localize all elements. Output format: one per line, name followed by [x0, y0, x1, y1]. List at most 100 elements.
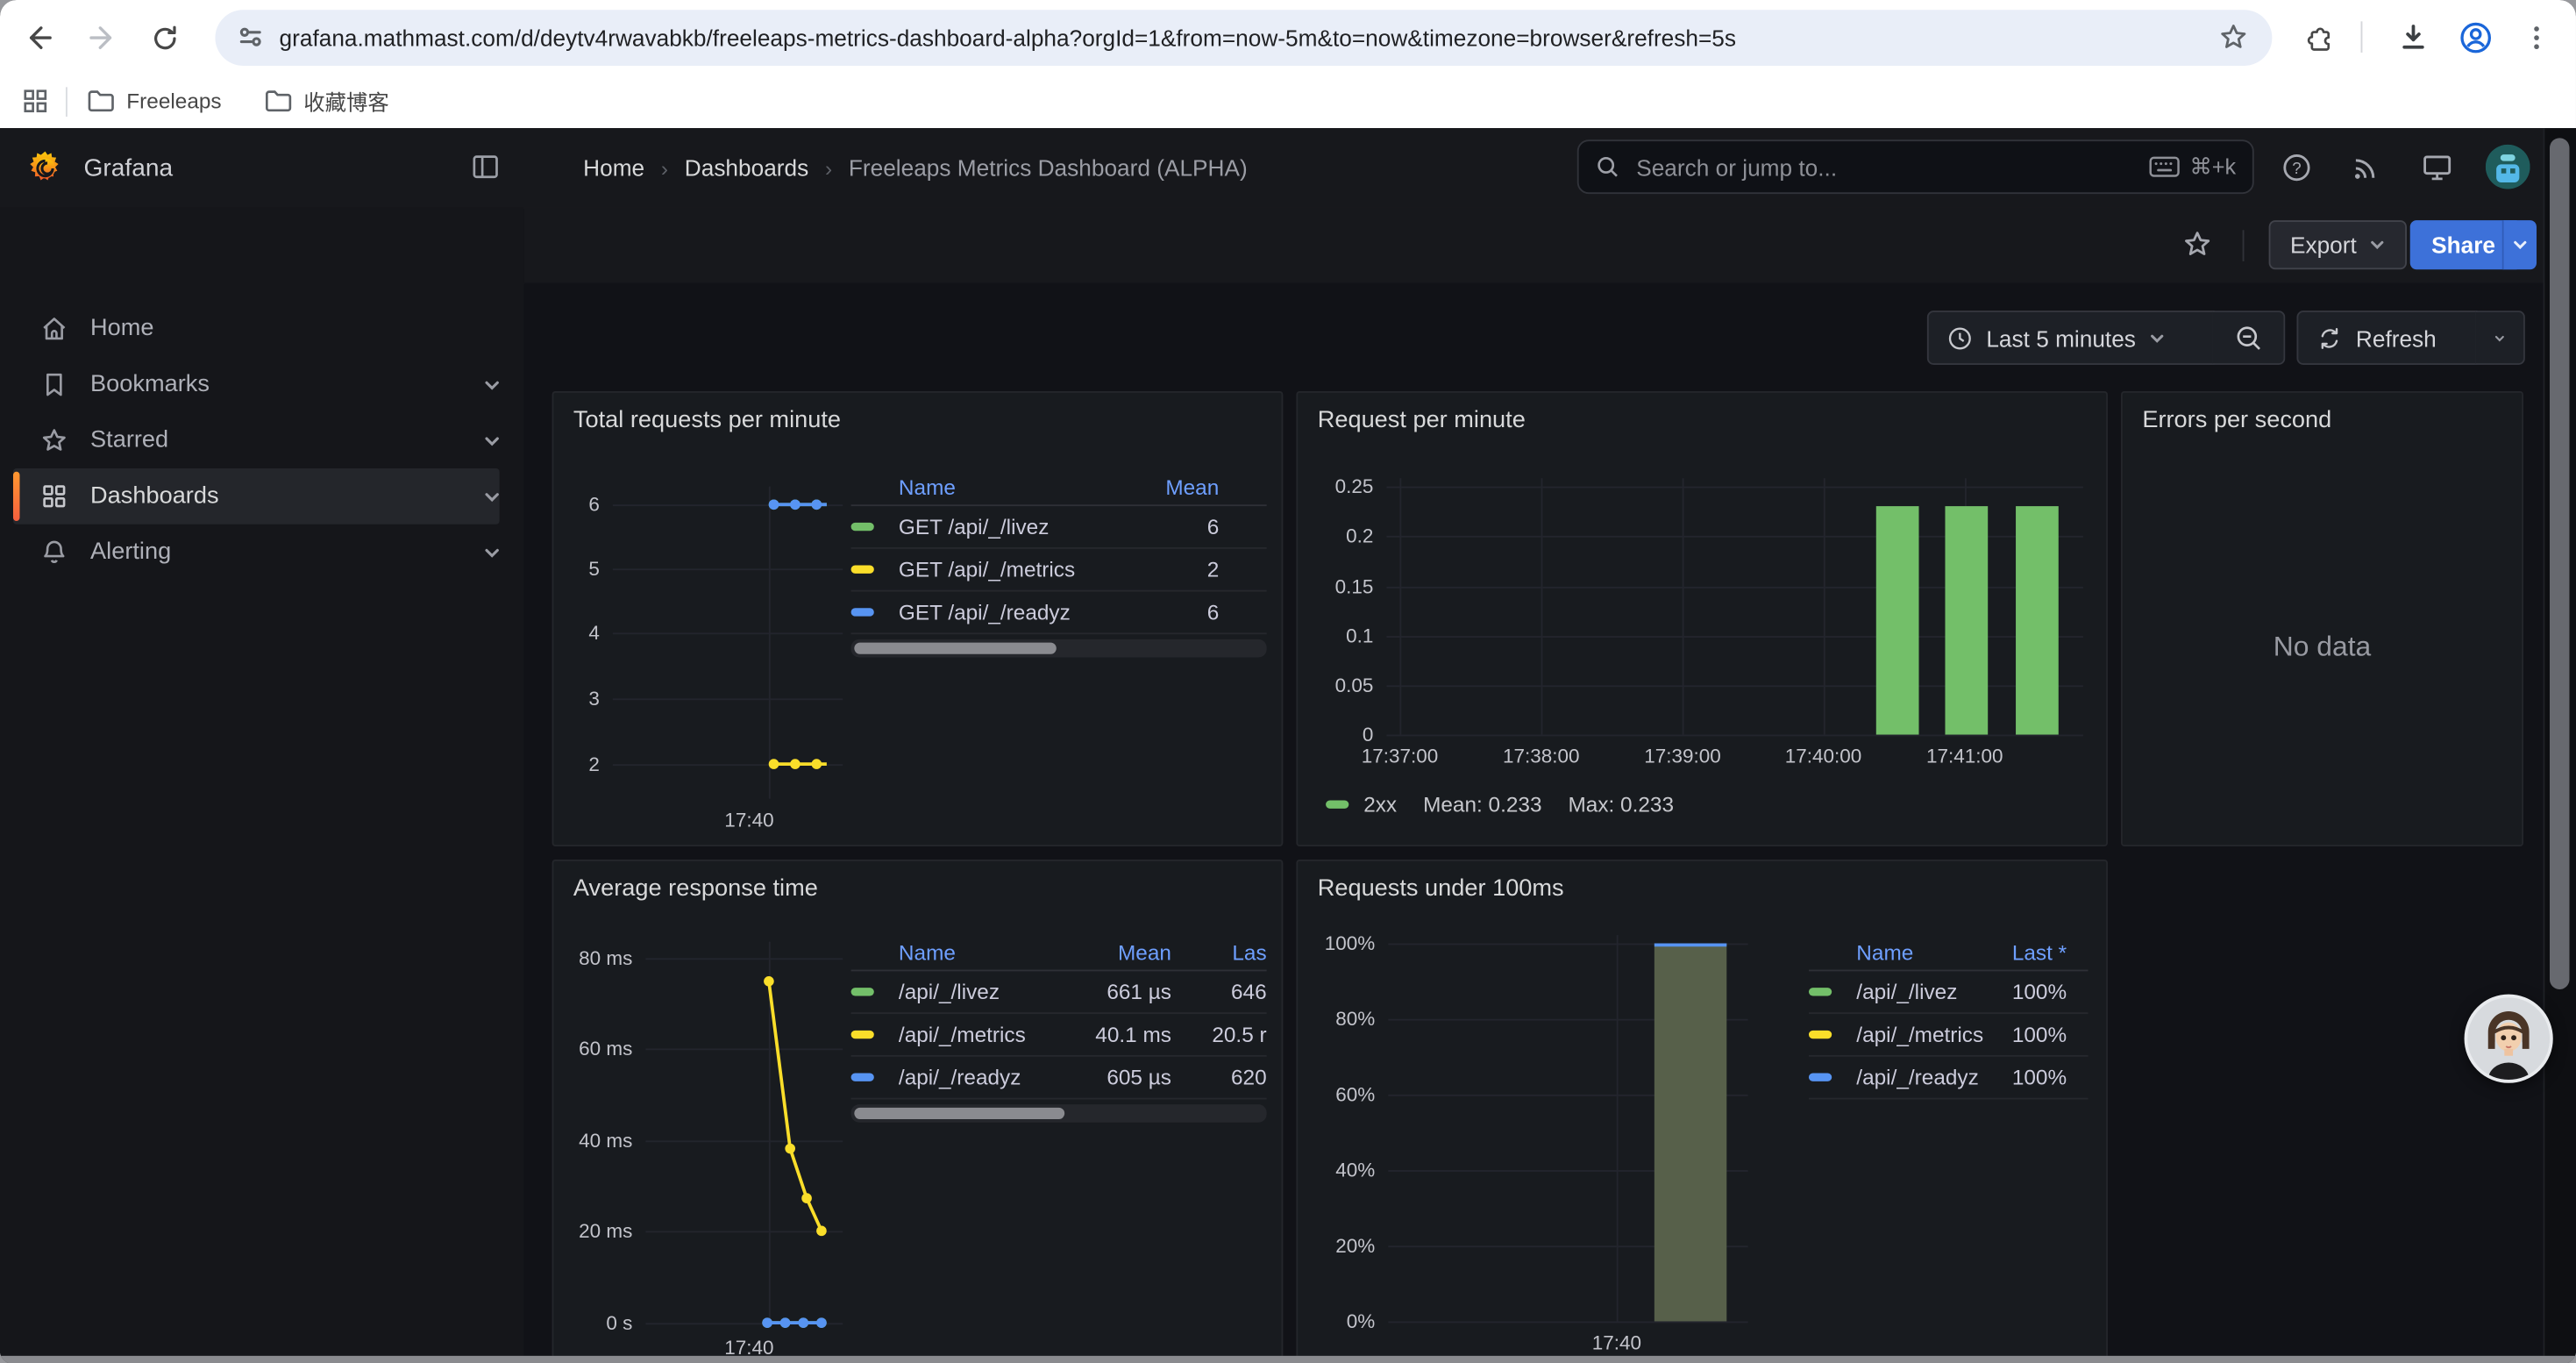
- screen: grafana.mathmast.com/d/deytv4rwavabkb/fr…: [0, 0, 2576, 1363]
- sidebar-item-starred[interactable]: Starred: [0, 412, 524, 468]
- series-swatch: [851, 1074, 874, 1081]
- browser-window: grafana.mathmast.com/d/deytv4rwavabkb/fr…: [0, 0, 2576, 1363]
- breadcrumb: Home › Dashboards › Freeleaps Metrics Da…: [583, 128, 1248, 207]
- series-swatch: [851, 988, 874, 995]
- site-settings-icon[interactable]: [237, 23, 265, 51]
- search-box[interactable]: ⌘+k: [1577, 139, 2254, 194]
- zoom-out-icon: [2233, 323, 2263, 353]
- legend-scrollbar[interactable]: [851, 639, 1267, 658]
- sidebar-item-label: Bookmarks: [90, 371, 483, 397]
- panel-errors-per-second[interactable]: Errors per second No data: [2121, 391, 2523, 846]
- share-menu-button[interactable]: [2501, 220, 2536, 269]
- legend-table: Name Last * /api/_/livez 100% /api/_/met…: [1809, 933, 2089, 1099]
- bookmark-folder-blog[interactable]: 收藏博客: [264, 85, 388, 117]
- bookmarks-divider: [66, 86, 68, 116]
- dashboards-grid-icon: [39, 482, 69, 511]
- scrollbar-thumb[interactable]: [2550, 138, 2569, 989]
- downloads-icon[interactable]: [2394, 18, 2433, 58]
- breadcrumb-dashboards[interactable]: Dashboards: [685, 154, 808, 181]
- panel-title[interactable]: Requests under 100ms: [1318, 876, 1564, 903]
- dock-menu-button[interactable]: [470, 151, 502, 182]
- panel-title[interactable]: Errors per second: [2142, 408, 2331, 434]
- reload-button[interactable]: [145, 18, 184, 58]
- bookmark-star-icon[interactable]: [2218, 21, 2250, 53]
- search-input[interactable]: [1633, 152, 2148, 182]
- chevron-down-icon: [2370, 237, 2387, 253]
- share-button[interactable]: Share: [2410, 220, 2517, 269]
- sidebar-item-home[interactable]: Home: [0, 301, 524, 357]
- table-row[interactable]: /api/_/metrics 40.1 ms 20.5 r: [851, 1014, 1267, 1057]
- sidebar-item-dashboards[interactable]: Dashboards: [0, 468, 524, 525]
- time-range-picker[interactable]: Last 5 minutes: [1927, 310, 2215, 365]
- url-text[interactable]: grafana.mathmast.com/d/deytv4rwavabkb/fr…: [280, 24, 2195, 50]
- panel-title[interactable]: Request per minute: [1318, 408, 1526, 434]
- dashboard-canvas: Last 5 minutes Refresh Total requests pe…: [524, 282, 2544, 1355]
- table-row[interactable]: /api/_/livez 100%: [1809, 971, 2089, 1014]
- sidebar: Home Bookmarks Starred Dashboards: [0, 207, 524, 1355]
- legend-table-header: Name Last *: [1809, 933, 2089, 971]
- refresh-interval-button[interactable]: [2476, 310, 2525, 365]
- legend-table: Name Mean Las /api/_/livez 661 µs 646 /a…: [851, 933, 1267, 1122]
- column-last[interactable]: Las: [1171, 939, 1267, 964]
- grafana-brand[interactable]: Grafana: [26, 128, 173, 207]
- grafana-app: Grafana Home › Dashboards › Freeleaps Me…: [0, 128, 2576, 1355]
- zoom-out-button[interactable]: [2213, 310, 2285, 365]
- chevron-down-icon: [483, 432, 502, 450]
- floating-avatar[interactable]: [2465, 995, 2553, 1083]
- user-avatar[interactable]: [2486, 145, 2530, 189]
- series-swatch: [1809, 1031, 1832, 1038]
- horizontal-scrollbar[interactable]: [0, 1355, 2576, 1363]
- panel-requests-under-100ms[interactable]: Requests under 100ms 100%80%60%40%20%0%1…: [1296, 860, 2108, 1355]
- column-name[interactable]: Name: [1856, 939, 1994, 964]
- refresh-button[interactable]: Refresh: [2296, 310, 2477, 365]
- table-row[interactable]: /api/_/livez 661 µs 646: [851, 971, 1267, 1014]
- column-last[interactable]: Last *: [1995, 939, 2089, 964]
- table-row[interactable]: /api/_/readyz 605 µs 620: [851, 1057, 1267, 1100]
- table-row[interactable]: GET /api/_/metrics 2: [851, 549, 1267, 592]
- breadcrumb-separator: ›: [661, 155, 668, 180]
- legend-series[interactable]: 2xx: [1326, 792, 1397, 817]
- export-button[interactable]: Export: [2269, 220, 2408, 269]
- browser-menu-icon[interactable]: [2517, 18, 2557, 58]
- dashboard-actions-bar: Export Share: [524, 207, 2544, 284]
- column-name[interactable]: Name: [899, 475, 1145, 499]
- star-icon: [39, 425, 69, 455]
- apps-grid-icon[interactable]: [21, 87, 49, 115]
- address-bar[interactable]: grafana.mathmast.com/d/deytv4rwavabkb/fr…: [215, 9, 2272, 65]
- series-swatch: [1326, 801, 1348, 808]
- panel-request-per-minute[interactable]: Request per minute 0.250.20.150.10.05017…: [1296, 391, 2108, 846]
- sidebar-item-bookmarks[interactable]: Bookmarks: [0, 357, 524, 413]
- panel-avg-response-time[interactable]: Average response time 80 ms60 ms40 ms20 …: [552, 860, 1284, 1355]
- table-row[interactable]: /api/_/readyz 100%: [1809, 1057, 2089, 1100]
- grafana-header: Grafana Home › Dashboards › Freeleaps Me…: [0, 128, 2544, 209]
- help-icon[interactable]: ?: [2281, 151, 2313, 183]
- monitor-icon[interactable]: [2420, 151, 2454, 183]
- column-mean[interactable]: Mean: [1066, 939, 1171, 964]
- extensions-icon[interactable]: [2300, 18, 2339, 58]
- panel-title[interactable]: Average response time: [573, 876, 818, 903]
- page-scrollbar[interactable]: [2544, 128, 2576, 1355]
- chevron-down-icon: [2511, 237, 2528, 253]
- back-button[interactable]: [19, 18, 59, 58]
- forward-button[interactable]: [82, 18, 122, 58]
- profile-icon[interactable]: [2456, 18, 2495, 58]
- legend-scrollbar[interactable]: [851, 1104, 1267, 1123]
- breadcrumb-home[interactable]: Home: [583, 154, 644, 181]
- brand-name: Grafana: [84, 153, 174, 182]
- table-row[interactable]: GET /api/_/livez 6: [851, 506, 1267, 549]
- browser-chrome: grafana.mathmast.com/d/deytv4rwavabkb/fr…: [0, 0, 2576, 128]
- legend-max: Max: 0.233: [1568, 792, 1674, 817]
- column-name[interactable]: Name: [899, 939, 1066, 964]
- panel-total-requests[interactable]: Total requests per minute 6543217:40 Nam…: [552, 391, 1284, 846]
- table-row[interactable]: /api/_/metrics 100%: [1809, 1014, 2089, 1057]
- chevron-down-icon: [483, 543, 502, 561]
- favorite-star-icon[interactable]: [2181, 228, 2213, 260]
- sidebar-item-alerting[interactable]: Alerting: [0, 525, 524, 581]
- home-icon: [39, 314, 69, 344]
- table-row[interactable]: GET /api/_/readyz 6: [851, 592, 1267, 635]
- news-rss-icon[interactable]: [2349, 151, 2381, 183]
- toolbar-divider: [2361, 21, 2363, 53]
- bookmark-folder-freeleaps[interactable]: Freeleaps: [87, 89, 221, 113]
- column-mean[interactable]: Mean: [1145, 475, 1267, 499]
- panel-title[interactable]: Total requests per minute: [573, 408, 841, 434]
